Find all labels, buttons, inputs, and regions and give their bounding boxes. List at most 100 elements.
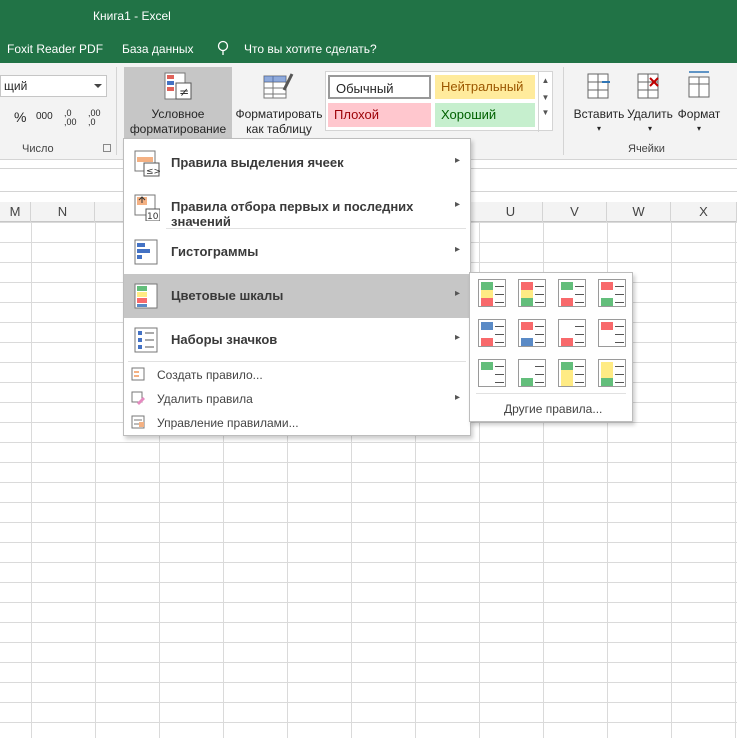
menu-item-highlight-cells-rules[interactable]: ≤> Правила выделения ячеек ▸ <box>124 141 470 185</box>
swatch-line <box>615 294 624 295</box>
cell-styles-gallery: Обычный Нейтральный Плохой Хороший ▲ ▼ ▼ <box>325 71 553 132</box>
column-header-w[interactable]: W <box>607 202 671 222</box>
swatch-line <box>615 326 624 327</box>
menu-item-label: Наборы значков <box>171 332 278 347</box>
menu-item-label: Удалить правила <box>157 392 253 406</box>
swatch-line <box>495 294 504 295</box>
chevron-down-icon[interactable]: ▾ <box>674 121 724 136</box>
manage-rules-icon <box>131 415 145 429</box>
swatch-line <box>495 374 504 375</box>
swatch-line <box>495 382 504 383</box>
color-scale-swatch[interactable] <box>558 359 586 387</box>
insert-cells-icon[interactable] <box>586 72 612 100</box>
svg-text:≤>: ≤> <box>146 167 160 177</box>
tell-me-search[interactable]: Что вы хотите сделать? <box>244 42 377 56</box>
conditional-formatting-icon: ≠ <box>164 72 192 100</box>
color-scale-swatch[interactable] <box>598 359 626 387</box>
color-scale-swatch[interactable] <box>518 359 546 387</box>
percent-style-button[interactable]: % <box>14 109 26 125</box>
swatch-line <box>495 286 504 287</box>
number-format-dropdown[interactable]: щий <box>0 75 107 97</box>
comma-style-button[interactable]: 000 <box>36 111 53 122</box>
chevron-right-icon: ▸ <box>454 288 460 299</box>
new-rule-icon <box>131 367 145 381</box>
color-band <box>561 382 573 386</box>
style-neutral[interactable]: Нейтральный <box>435 75 535 99</box>
chevron-down-icon[interactable]: ▾ <box>571 121 627 136</box>
column-header-x[interactable]: X <box>671 202 737 222</box>
color-scale-swatch[interactable] <box>478 359 506 387</box>
color-band <box>481 302 493 306</box>
menu-item-manage-rules[interactable]: Управление правилами... <box>124 411 470 435</box>
format-cells-icon[interactable] <box>685 69 713 99</box>
column-header-u[interactable]: U <box>479 202 543 222</box>
number-format-value: щий <box>4 79 28 93</box>
color-scale-swatch[interactable] <box>598 319 626 347</box>
menu-bar: Foxit Reader PDF База данных Что вы хоти… <box>0 33 737 63</box>
title-bar: Книга1 - Excel <box>0 0 737 33</box>
styles-scrollbar[interactable]: ▲ ▼ ▼ <box>538 72 552 132</box>
swatch-line <box>495 326 504 327</box>
menu-foxit-reader[interactable]: Foxit Reader PDF <box>7 42 103 56</box>
color-scale-swatch[interactable] <box>558 319 586 347</box>
window-title: Книга1 - Excel <box>93 9 171 23</box>
color-band <box>561 302 573 306</box>
style-normal[interactable]: Обычный <box>328 75 431 99</box>
chevron-right-icon: ▸ <box>454 332 460 343</box>
delete-button[interactable]: Удалить <box>624 107 676 122</box>
color-scale-swatch[interactable] <box>518 319 546 347</box>
color-scale-swatch[interactable] <box>518 279 546 307</box>
menu-item-new-rule[interactable]: Создать правило... <box>124 363 470 387</box>
style-good[interactable]: Хороший <box>435 103 535 127</box>
menu-item-top-bottom-rules[interactable]: 10 Правила отбора первых и последних зна… <box>124 185 470 229</box>
chevron-right-icon: ▸ <box>454 244 460 255</box>
menu-database[interactable]: База данных <box>122 42 193 56</box>
svg-text:≠: ≠ <box>179 85 189 99</box>
swatch-line <box>535 334 544 335</box>
chevron-up-icon[interactable]: ▲ <box>539 76 552 85</box>
lightbulb-icon[interactable] <box>217 40 229 56</box>
color-scale-swatch[interactable] <box>478 319 506 347</box>
more-rules-link[interactable]: Другие правила... <box>504 402 602 416</box>
swatch-line <box>535 326 544 327</box>
format-as-table-button[interactable]: Форматировать как таблицу <box>229 107 329 137</box>
menu-item-data-bars[interactable]: Гистограммы ▸ <box>124 230 470 274</box>
column-header-m[interactable]: M <box>0 202 31 222</box>
ribbon-divider <box>563 67 564 155</box>
swatch-line <box>495 334 504 335</box>
menu-item-color-scales[interactable]: Цветовые шкалы ▸ <box>124 274 470 318</box>
menu-item-label: Создать правило... <box>157 368 263 382</box>
swatch-line <box>615 374 624 375</box>
swatch-line <box>535 302 544 303</box>
delete-cells-icon[interactable] <box>636 72 662 100</box>
format-as-table-icon[interactable] <box>262 72 294 102</box>
chevron-right-icon: ▸ <box>454 155 460 166</box>
menu-item-icon-sets[interactable]: Наборы значков ▸ <box>124 318 470 362</box>
data-bars-icon <box>134 239 158 265</box>
increase-decimal-button[interactable]: ,0 ,00 <box>64 109 77 127</box>
group-label-cells: Ячейки <box>628 143 665 155</box>
gallery-more-icon[interactable]: ▼ <box>539 108 552 117</box>
chevron-down-icon[interactable]: ▾ <box>624 121 676 136</box>
swatch-line <box>575 334 584 335</box>
color-band <box>521 382 533 386</box>
color-scales-submenu: Другие правила... <box>469 272 633 422</box>
color-scale-swatch[interactable] <box>598 279 626 307</box>
chevron-down-icon[interactable]: ▼ <box>539 93 552 102</box>
swatch-line <box>575 326 584 327</box>
color-scale-swatch[interactable] <box>478 279 506 307</box>
dialog-launcher-icon[interactable] <box>103 144 111 152</box>
decrease-decimal-button[interactable]: ,00 ,0 <box>88 109 101 127</box>
swatch-line <box>535 374 544 375</box>
insert-button[interactable]: Вставить <box>571 107 627 122</box>
swatch-line <box>615 382 624 383</box>
conditional-formatting-button[interactable]: ≠ Условное форматирование <box>124 67 232 141</box>
column-header-v[interactable]: V <box>543 202 607 222</box>
color-scale-swatch[interactable] <box>558 279 586 307</box>
format-button[interactable]: Формат <box>674 107 724 122</box>
menu-item-clear-rules[interactable]: Удалить правила ▸ <box>124 387 470 411</box>
style-bad[interactable]: Плохой <box>328 103 431 127</box>
chevron-down-icon <box>94 84 102 88</box>
swatch-line <box>535 294 544 295</box>
column-header-n[interactable]: N <box>31 202 95 222</box>
